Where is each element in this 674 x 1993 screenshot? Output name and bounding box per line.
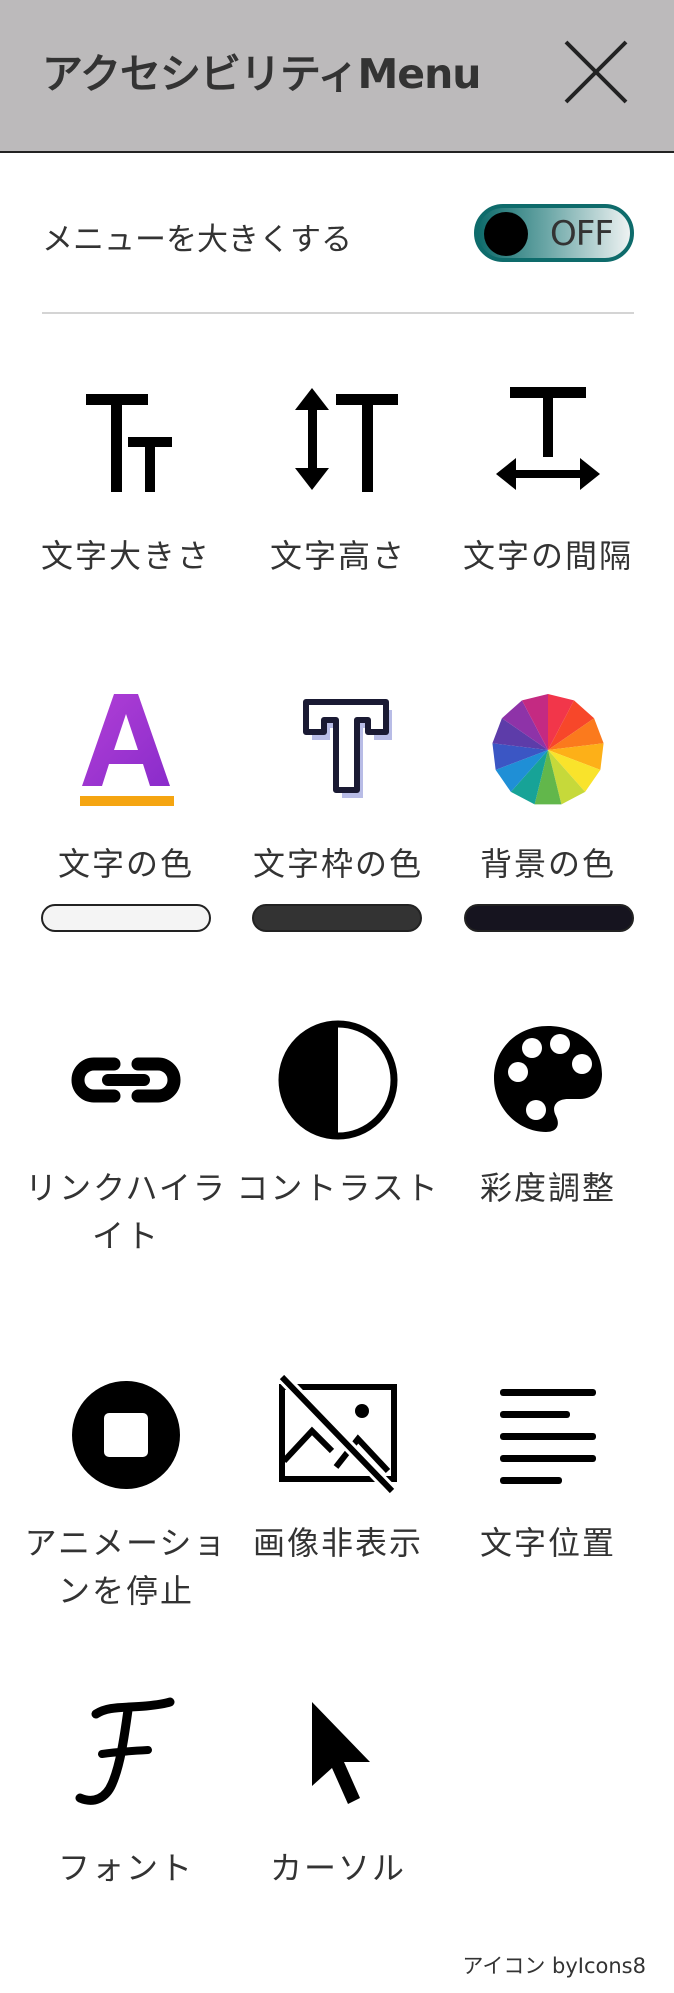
cursor-label: カーソル: [269, 1849, 406, 1887]
color-wheel-icon: [492, 694, 604, 805]
background-color-label: 背景の色: [479, 845, 616, 883]
text-height-button[interactable]: 文字高さ: [238, 382, 438, 582]
text-outline-color-swatch[interactable]: [252, 904, 422, 932]
text-spacing-label: 文字の間隔: [462, 537, 633, 575]
hide-images-button[interactable]: 画像非表示: [238, 1375, 438, 1615]
text-height-label: 文字高さ: [269, 537, 406, 575]
menu-title: アクセシビリティMenu: [42, 50, 481, 98]
cursor-icon: [312, 1702, 370, 1804]
palette-icon: [494, 1026, 602, 1132]
link-highlight-button[interactable]: リンクハイライト: [25, 1020, 226, 1260]
text-size-icon: [86, 394, 172, 492]
link-icon: [71, 1057, 181, 1103]
text-spacing-button[interactable]: 文字の間隔: [448, 382, 648, 582]
text-color-icon: [80, 694, 174, 806]
text-color-button[interactable]: 文字の色: [26, 690, 226, 883]
cursor-button[interactable]: カーソル: [238, 1694, 438, 1894]
text-height-icon: [295, 388, 398, 492]
divider: [42, 312, 634, 314]
text-outline-color-label: 文字枠の色: [252, 845, 423, 883]
saturation-label: 彩度調整: [479, 1169, 616, 1207]
text-outline-color-button[interactable]: 文字枠の色: [238, 690, 438, 883]
hide-image-icon: [278, 1375, 397, 1495]
text-size-label: 文字大きさ: [40, 537, 211, 575]
align-left-icon: [500, 1389, 596, 1484]
menu-header: アクセシビリティMenu: [0, 0, 674, 153]
close-button[interactable]: [560, 36, 632, 108]
stop-icon: [72, 1381, 180, 1489]
text-outline-color-icon: [303, 699, 392, 798]
stop-animation-button[interactable]: アニメーションを停止: [25, 1375, 226, 1615]
background-color-swatch[interactable]: [464, 904, 634, 932]
stop-animation-label: アニメーションを停止: [24, 1524, 228, 1610]
close-icon: [564, 40, 628, 104]
hide-images-label: 画像非表示: [252, 1524, 423, 1562]
contrast-button[interactable]: コントラスト: [236, 1020, 438, 1260]
background-color-button[interactable]: 背景の色: [448, 690, 648, 883]
font-button[interactable]: フォント: [26, 1694, 226, 1894]
text-color-label: 文字の色: [57, 845, 194, 883]
text-align-label: 文字位置: [479, 1524, 616, 1562]
text-size-button[interactable]: 文字大きさ: [26, 382, 226, 582]
font-label: フォント: [57, 1849, 194, 1887]
enlarge-menu-row: メニューを大きくする OFF: [42, 190, 634, 280]
toggle-state: OFF: [550, 214, 614, 254]
saturation-button[interactable]: 彩度調整: [448, 1020, 648, 1260]
text-color-swatch[interactable]: [41, 904, 211, 932]
font-icon: [75, 1697, 175, 1805]
text-align-button[interactable]: 文字位置: [448, 1375, 648, 1615]
contrast-label: コントラスト: [236, 1169, 440, 1207]
text-spacing-icon: [496, 387, 600, 490]
toggle-knob: [484, 212, 528, 256]
contrast-icon: [278, 1020, 398, 1140]
link-highlight-label: リンクハイライト: [25, 1169, 227, 1255]
icon-credit: アイコン byIcons8: [462, 1954, 646, 1978]
enlarge-menu-label: メニューを大きくする: [42, 222, 352, 258]
enlarge-menu-toggle[interactable]: OFF: [474, 204, 634, 262]
